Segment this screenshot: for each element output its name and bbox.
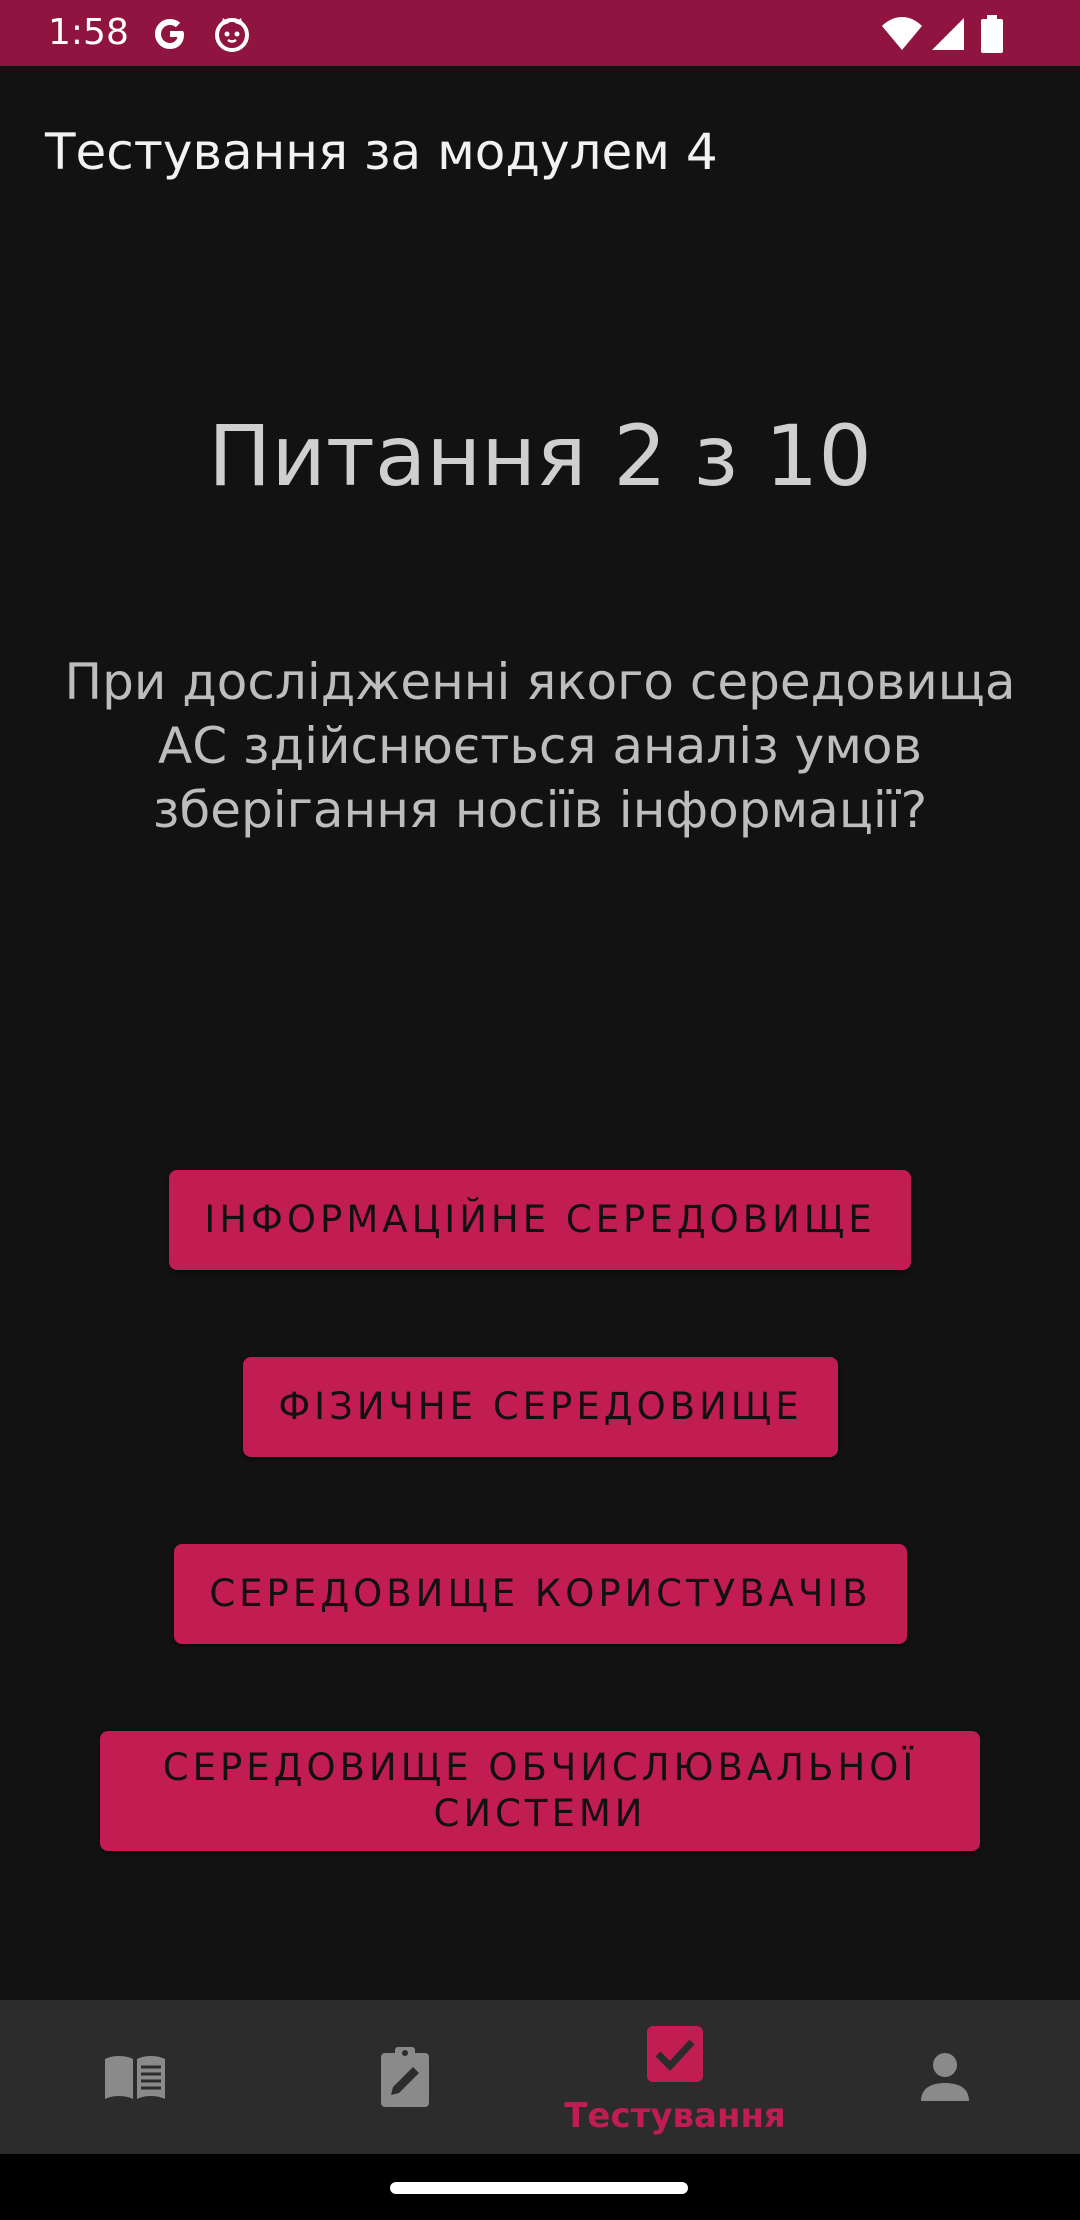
nav-item-profile[interactable] <box>810 2000 1080 2154</box>
bottom-navigation: Тестування <box>0 2000 1080 2154</box>
person-icon <box>913 2045 977 2109</box>
nav-item-testing[interactable]: Тестування <box>540 2000 810 2154</box>
nav-label-testing: Тестування <box>564 2096 786 2136</box>
wifi-icon <box>880 14 924 54</box>
gesture-navigation-bar <box>0 2154 1080 2220</box>
app-content: Тестування за модулем 4 Питання 2 з 10 П… <box>0 66 1080 2000</box>
page-title: Тестування за модулем 4 <box>45 123 718 181</box>
nav-item-tasks[interactable] <box>270 2000 540 2154</box>
book-icon <box>103 2045 167 2109</box>
signal-icon <box>928 14 968 54</box>
answer-button-3[interactable]: СЕРЕДОВИЩЕ КОРИСТУВАЧІВ <box>174 1544 907 1644</box>
question-counter: Питання 2 з 10 <box>208 407 872 505</box>
cat-notification-icon <box>212 14 252 54</box>
answer-button-2[interactable]: ФІЗИЧНЕ СЕРЕДОВИЩЕ <box>243 1357 838 1457</box>
checkbox-icon <box>643 2022 707 2086</box>
status-bar: 1:58 <box>0 0 1080 66</box>
google-icon <box>150 14 190 54</box>
nav-item-library[interactable] <box>0 2000 270 2154</box>
answer-button-4[interactable]: СЕРЕДОВИЩЕ ОБЧИСЛЮВАЛЬНОЇ СИСТЕМИ <box>100 1731 980 1851</box>
status-time: 1:58 <box>48 12 129 53</box>
answer-button-1[interactable]: ІНФОРМАЦІЙНЕ СЕРЕДОВИЩЕ <box>169 1170 911 1270</box>
home-gesture-handle[interactable] <box>390 2182 688 2194</box>
clipboard-edit-icon <box>373 2045 437 2109</box>
battery-icon <box>978 14 1006 54</box>
question-text: При дослідженні якого середовища АС здій… <box>64 653 1016 839</box>
